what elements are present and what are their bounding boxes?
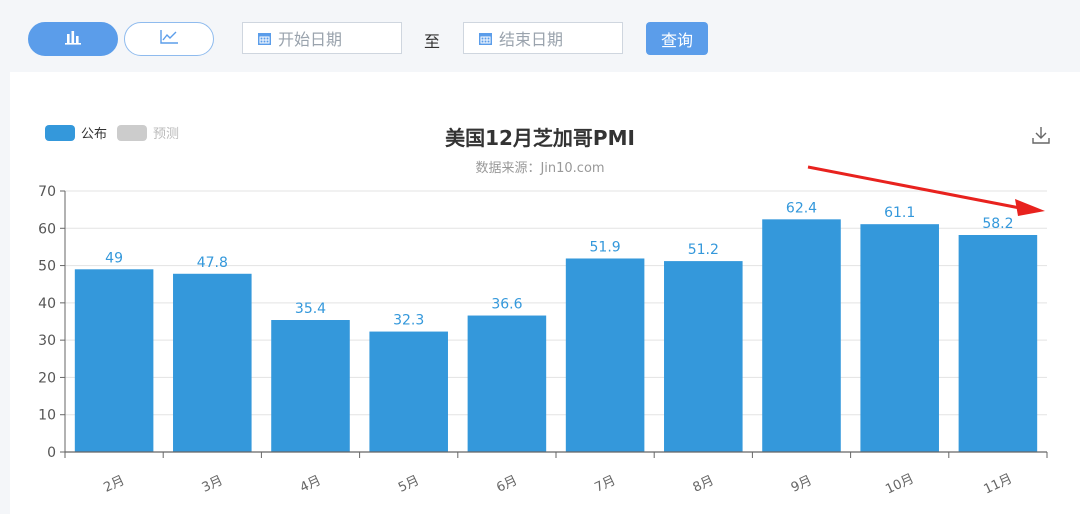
annotation-arrow-line [807, 165, 1021, 210]
bar [958, 234, 1038, 452]
bar-value-label: 51.9 [590, 239, 621, 255]
bar [74, 269, 154, 452]
x-tick-label: 8月 [691, 473, 717, 496]
x-tick-label: 4月 [298, 473, 324, 496]
x-tick-label: 9月 [789, 473, 815, 496]
x-tick-label: 7月 [592, 473, 618, 496]
x-tick-label: 10月 [883, 471, 916, 497]
bar [467, 315, 547, 452]
x-tick-label: 6月 [494, 473, 520, 496]
bar-value-label: 51.2 [688, 242, 719, 258]
x-tick-label: 2月 [101, 473, 127, 496]
bar [565, 258, 645, 452]
bar-value-label: 62.4 [786, 200, 817, 216]
y-tick-label: 70 [38, 184, 56, 200]
bar-value-label: 61.1 [884, 205, 915, 221]
bar-value-label: 49 [105, 250, 123, 266]
y-tick-label: 10 [38, 408, 56, 424]
bar-chart: 49 47.8 35.4 32.3 36.6 51.9 51.2 62.4 61.1 58.2 0… [38, 165, 1048, 497]
bar [860, 224, 939, 452]
x-tick-label: 5月 [396, 473, 422, 496]
y-tick-label: 0 [47, 445, 56, 461]
y-tick-label: 40 [38, 296, 56, 312]
bar-value-label: 32.3 [393, 313, 424, 329]
bar [173, 273, 252, 452]
bar [271, 320, 350, 452]
x-tick-label: 3月 [200, 473, 226, 496]
bar-value-label: 47.8 [197, 255, 228, 271]
y-tick-label: 20 [38, 370, 56, 386]
bar-value-label: 36.6 [491, 297, 522, 313]
x-tick-label: 11月 [982, 471, 1015, 497]
annotation-arrow-head [1015, 199, 1045, 216]
bar [664, 261, 743, 452]
bar [369, 331, 448, 452]
y-tick-label: 50 [38, 259, 56, 275]
bar [762, 219, 841, 452]
bar-value-label: 35.4 [295, 301, 326, 317]
y-tick-label: 60 [38, 221, 56, 237]
y-tick-label: 30 [38, 333, 56, 349]
bar-value-label: 58.2 [982, 216, 1013, 232]
